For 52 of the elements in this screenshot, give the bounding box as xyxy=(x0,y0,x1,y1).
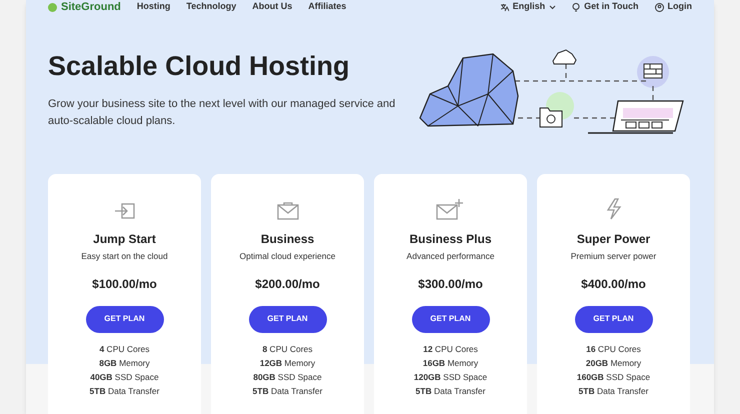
plan-price: $100.00/mo xyxy=(92,276,157,293)
plan-tagline: Premium server power xyxy=(570,250,656,263)
logo[interactable]: SiteGround xyxy=(48,0,121,16)
plan-name: Business Plus xyxy=(409,231,492,248)
nav-link[interactable]: About Us xyxy=(252,0,292,14)
plan-feature: 5TB Data Transfer xyxy=(252,384,322,398)
plan-name: Super Power xyxy=(576,231,650,248)
plan-feature: 16GB Memory xyxy=(422,356,478,370)
translate-icon xyxy=(500,2,509,12)
plan-feature: 5TB Data Transfer xyxy=(578,384,648,398)
plan-tagline: Optimal cloud experience xyxy=(240,250,336,263)
plan-feature: 4 CPU Cores xyxy=(99,342,150,356)
hero-title: Scalable Cloud Hosting xyxy=(48,50,351,82)
nav-link[interactable]: Hosting xyxy=(136,0,170,14)
plan-feature: 5TB Data Transfer xyxy=(416,384,486,398)
plan-feature: 5TB Data Transfer xyxy=(90,384,160,398)
envelope-icon xyxy=(276,202,298,220)
language-selector[interactable]: English xyxy=(500,0,556,14)
nav-link[interactable]: Affiliates xyxy=(308,0,346,14)
login-link[interactable]: Login xyxy=(654,0,692,14)
plan-tagline: Advanced performance xyxy=(406,250,494,263)
chevron-down-icon xyxy=(549,4,556,10)
get-plan-button[interactable]: GET PLAN xyxy=(86,306,164,333)
plan-price: $200.00/mo xyxy=(255,276,320,293)
logo-icon xyxy=(48,2,57,12)
nav-link[interactable]: Technology xyxy=(186,0,236,14)
plan-tagline: Easy start on the cloud xyxy=(81,250,168,263)
plan-feature: 16 CPU Cores xyxy=(586,342,641,356)
hero-description: Grow your business site to the next level with our managed service and auto-scalable cloud plans. xyxy=(48,97,396,129)
plan-feature: 12 CPU Cores xyxy=(423,342,478,356)
plan-feature: 40GB SSD Space xyxy=(90,370,159,384)
plan-name: Business xyxy=(260,231,314,248)
contact-link[interactable]: Get in Touch xyxy=(572,0,638,14)
plan-feature: 120GB SSD Space xyxy=(414,370,488,384)
envelope-plus-icon xyxy=(436,198,466,220)
plan-feature: 20GB Memory xyxy=(586,356,642,370)
user-icon xyxy=(654,2,664,12)
plan-name: Jump Start xyxy=(93,231,156,248)
logo-text: SiteGround xyxy=(61,0,121,15)
lightning-bolt-icon xyxy=(604,198,622,220)
plan-price: $300.00/mo xyxy=(418,276,483,293)
get-plan-button[interactable]: GET PLAN xyxy=(574,306,652,333)
plan-price: $400.00/mo xyxy=(581,276,646,293)
enter-icon xyxy=(114,202,136,220)
plan-feature: 8 CPU Cores xyxy=(262,342,313,356)
plan-feature: 160GB SSD Space xyxy=(576,370,650,384)
get-plan-button[interactable]: GET PLAN xyxy=(248,306,326,333)
lightbulb-icon xyxy=(572,2,580,12)
plan-feature: 80GB SSD Space xyxy=(253,370,322,384)
get-plan-button[interactable]: GET PLAN xyxy=(412,306,490,333)
plan-feature: 8GB Memory xyxy=(99,356,150,370)
plan-feature: 12GB Memory xyxy=(260,356,316,370)
